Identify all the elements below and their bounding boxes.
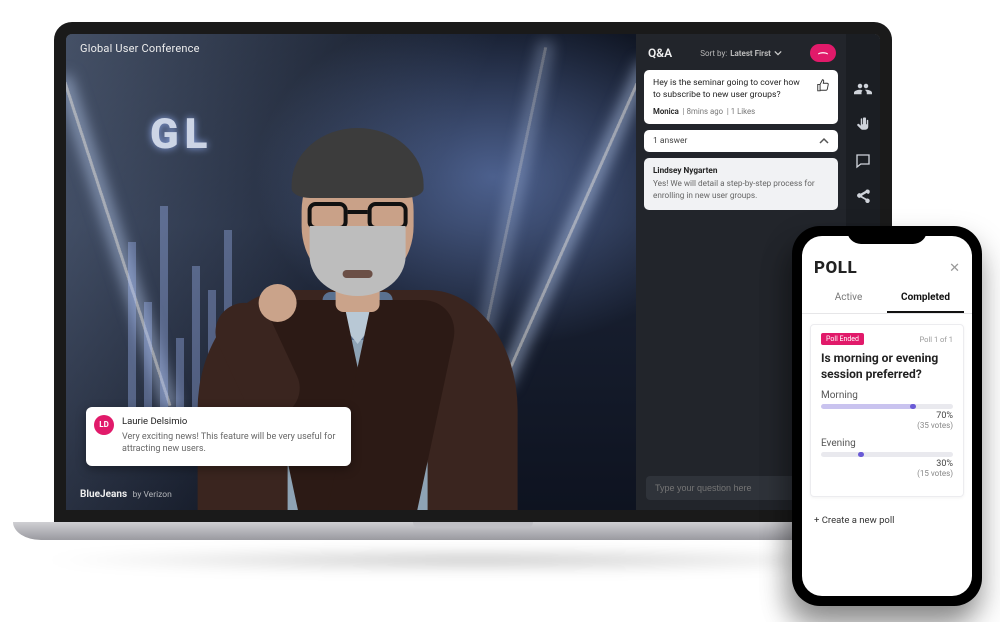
laptop-screen: GL	[54, 22, 892, 522]
poll-card: Poll Ended Poll 1 of 1 Is morning or eve…	[810, 324, 964, 497]
thumbs-up-icon[interactable]	[816, 78, 830, 92]
qa-title: Q&A	[648, 46, 672, 60]
tab-completed[interactable]: Completed	[887, 284, 964, 313]
laptop-shadow	[34, 548, 912, 572]
option-votes: (15 votes)	[821, 469, 953, 478]
end-call-button[interactable]	[810, 44, 836, 62]
poll-index: Poll 1 of 1	[919, 335, 953, 344]
sort-label: Sort by:	[700, 49, 727, 58]
laptop-frame: GL	[54, 22, 892, 562]
option-bar	[821, 404, 953, 409]
brand-name: BlueJeans	[80, 489, 127, 500]
option-label: Morning	[821, 390, 953, 401]
brand: BlueJeans by Verizon	[80, 489, 172, 500]
option-label: Evening	[821, 438, 953, 449]
comment-author: Laurie Delsimio	[122, 416, 341, 427]
phone-screen: POLL ✕ Active Completed Poll Ended Poll …	[802, 236, 972, 596]
option-pct: 30%	[936, 459, 953, 469]
question-likes: 1 Likes	[731, 107, 755, 116]
tab-active[interactable]: Active	[810, 284, 887, 313]
poll-option-morning: Morning 70% (35 votes)	[821, 390, 953, 430]
option-cap	[858, 452, 864, 457]
close-icon[interactable]: ✕	[949, 261, 960, 276]
question-time: 8mins ago	[687, 107, 723, 116]
answers-toggle[interactable]: 1 answer	[644, 130, 838, 152]
poll-tabs: Active Completed	[802, 284, 972, 314]
phone-frame: POLL ✕ Active Completed Poll Ended Poll …	[792, 226, 982, 606]
qa-body: Hey is the seminar going to cover how to…	[636, 70, 846, 210]
poll-status-badge: Poll Ended	[821, 333, 864, 345]
qa-header: Q&A Sort by: Latest First	[636, 34, 846, 70]
question-card[interactable]: Hey is the seminar going to cover how to…	[644, 70, 838, 124]
comment-toast: LD Laurie Delsimio Very exciting news! T…	[86, 407, 351, 466]
answers-count: 1 answer	[653, 136, 687, 146]
presenter-hand	[259, 284, 297, 322]
option-fill	[821, 404, 913, 409]
option-votes: (35 votes)	[821, 421, 953, 430]
answer-card: Lindsey Nygarten Yes! We will detail a s…	[644, 158, 838, 209]
create-poll-button[interactable]: Create a new poll	[802, 507, 972, 534]
comment-text: Very exciting news! This feature will be…	[122, 431, 341, 456]
poll-option-evening: Evening 30% (15 votes)	[821, 438, 953, 478]
video-area: GL	[66, 34, 636, 510]
option-result: 30% (15 votes)	[821, 459, 953, 478]
question-author: Monica	[653, 107, 679, 116]
question-text: Hey is the seminar going to cover how to…	[653, 78, 829, 101]
poll-question: Is morning or evening session preferred?	[821, 351, 953, 382]
answer-author: Lindsey Nygarten	[653, 166, 829, 176]
avatar: LD	[94, 415, 114, 435]
option-result: 70% (35 votes)	[821, 411, 953, 430]
sort-value: Latest First	[730, 49, 771, 58]
presenter-hair	[292, 128, 424, 198]
light-beam	[504, 68, 636, 380]
sort-dropdown[interactable]: Sort by: Latest First	[700, 49, 782, 58]
question-meta: Monica | 8mins ago | 1 Likes	[653, 107, 829, 116]
poll-title: POLL	[814, 258, 857, 278]
brand-byline: by Verizon	[133, 490, 172, 500]
phone-notch	[847, 226, 927, 244]
answer-text: Yes! We will detail a step-by-step proce…	[653, 179, 829, 201]
chat-icon[interactable]	[854, 152, 872, 170]
option-cap	[910, 404, 916, 409]
presenter-beard	[310, 226, 406, 296]
chevron-up-icon	[819, 136, 829, 146]
chevron-down-icon	[774, 49, 782, 57]
event-title: Global User Conference	[80, 42, 200, 55]
people-icon[interactable]	[854, 80, 872, 98]
app: GL	[66, 34, 880, 510]
presenter-head	[302, 146, 414, 286]
option-pct: 70%	[936, 411, 953, 421]
share-icon[interactable]	[854, 188, 872, 206]
phone-hangup-icon	[817, 47, 829, 59]
option-bar	[821, 452, 953, 457]
hand-raise-icon[interactable]	[854, 116, 872, 134]
